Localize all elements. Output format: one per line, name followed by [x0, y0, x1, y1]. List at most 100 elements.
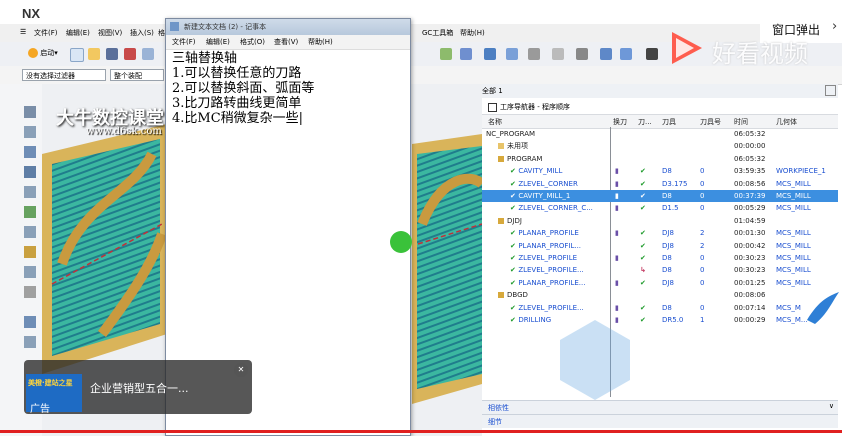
row-geometry: MCS_M...: [776, 316, 808, 324]
path-status-icon: ✔: [640, 229, 646, 238]
save-icon[interactable]: [106, 48, 118, 60]
fit-view-icon[interactable]: [440, 48, 452, 60]
col-path[interactable]: 刀...: [638, 117, 652, 127]
table-row[interactable]: DJDJ 01:04:59: [482, 215, 838, 227]
notepad-menu-view[interactable]: 查看(V): [274, 37, 298, 47]
table-row[interactable]: ✔ ZLEVEL_CORNER ▮ ✔ D3.175 0 00:08:56 MCS_MILL: [482, 178, 838, 190]
table-row[interactable]: ✔ CAVITY_MILL_1 ▮ ✔ D8 0 00:37:39 MCS_MILL: [482, 190, 838, 203]
navigator-checkbox-icon[interactable]: [488, 103, 497, 112]
table-row[interactable]: ✔ ZLEVEL_PROFILE... ↳ D8 0 00:30:23 MCS_MILL: [482, 264, 838, 276]
col-name[interactable]: 名称: [488, 117, 502, 127]
cut-icon[interactable]: [124, 48, 136, 60]
table-row[interactable]: ✔ ZLEVEL_PROFILE ▮ ✔ D8 0 00:30:23 MCS_MILL: [482, 252, 838, 264]
haokan-logo: 好看视频: [666, 28, 842, 72]
row-name: PLANAR_PROFILE...: [518, 278, 586, 287]
edit-section-icon[interactable]: [552, 48, 564, 60]
menu-gc-toolbox[interactable]: GC工具箱: [422, 28, 453, 38]
table-row[interactable]: ✔ ZLEVEL_CORNER_C... ▮ ✔ D1.5 0 00:05:29 MCS_M…: [482, 202, 838, 214]
roles-icon[interactable]: [24, 266, 36, 278]
ad-close-icon[interactable]: ✕: [234, 363, 248, 377]
row-time: 00:08:56: [734, 179, 766, 188]
row-geometry: MCS_MILL: [776, 254, 811, 262]
menu-help[interactable]: 帮助(H): [460, 28, 485, 38]
operation-navigator-icon[interactable]: [24, 226, 36, 238]
expand-chevron-icon[interactable]: ∨: [829, 402, 834, 410]
wcs-icon[interactable]: [600, 48, 612, 60]
shaded-icon[interactable]: [506, 48, 518, 60]
navigator-icon[interactable]: [24, 106, 36, 118]
notepad-title-bar[interactable]: 新建文本文档 (2) - 记事本: [166, 19, 410, 35]
toolchange-icon: ▮: [615, 303, 619, 312]
orient-wcs-icon[interactable]: [620, 48, 632, 60]
notepad-menu-format[interactable]: 格式(O): [240, 37, 265, 47]
menu-format[interactable]: 格: [158, 28, 165, 38]
palette-icon[interactable]: [24, 336, 36, 348]
row-geometry: MCS_MILL: [776, 179, 811, 188]
video-progress-bar[interactable]: [0, 430, 842, 433]
machine-navigator-icon[interactable]: [24, 206, 36, 218]
col-geometry[interactable]: 几何体: [776, 117, 797, 127]
row-tool-number: 0: [700, 254, 705, 262]
table-row[interactable]: ✔ CAVITY_MILL ▮ ✔ D8 0 03:59:35 WORKPIECE_1: [482, 165, 838, 177]
table-row[interactable]: DBGD 00:08:06: [482, 289, 838, 301]
notepad-menu-file[interactable]: 文件(F): [172, 37, 196, 47]
nx-logo: NX: [22, 6, 41, 21]
row-time: 00:01:30: [734, 229, 766, 238]
col-tool-number[interactable]: 刀具号: [700, 117, 721, 127]
new-file-icon[interactable]: [70, 48, 84, 62]
nx-title-bar: NX: [0, 0, 842, 24]
col-time[interactable]: 时间: [734, 117, 748, 127]
notepad-text-area[interactable]: 三轴替换轴 1.可以替换任意的刀路 2.可以替换斜面、弧面等 3.比刀路转曲线更…: [172, 51, 408, 126]
row-time: 00:07:14: [734, 303, 766, 312]
navigator-pin-icon[interactable]: [825, 85, 836, 96]
reuse-library-icon[interactable]: [24, 186, 36, 198]
type-filter-select[interactable]: 没有选择过滤器: [22, 69, 106, 81]
assembly-navigator-icon[interactable]: [24, 146, 36, 158]
col-toolchange[interactable]: 换刀: [613, 117, 627, 127]
line-icon[interactable]: [646, 48, 658, 60]
row-tool: DR5.0: [662, 316, 684, 324]
menu-file[interactable]: 文件(F): [34, 28, 58, 38]
copy-icon[interactable]: [142, 48, 154, 60]
table-row[interactable]: NC_PROGRAM 06:05:32: [482, 128, 838, 140]
navigator-column-header: 名称 换刀 刀... 刀具 刀具号 时间 几何体: [482, 114, 838, 129]
ad-card[interactable]: 美橙·建站之星 广告 企业营销型五合一... ✕: [24, 360, 252, 415]
start-button[interactable]: 启动▾: [28, 48, 58, 58]
render-style-icon[interactable]: [460, 48, 472, 60]
scope-select[interactable]: 整个装配: [110, 69, 164, 81]
row-tool-number: 0: [700, 167, 705, 176]
part-navigator-icon[interactable]: [24, 126, 36, 138]
table-row[interactable]: PROGRAM 06:05:32: [482, 153, 838, 165]
constraint-navigator-icon[interactable]: [24, 166, 36, 178]
ad-title[interactable]: 企业营销型五合一...: [90, 380, 189, 396]
table-row[interactable]: ✔ PLANAR_PROFILE ▮ ✔ DJ8 2 00:01:30 MCS_MILL: [482, 227, 838, 239]
details-panel-header[interactable]: 细节: [482, 414, 838, 428]
view-orient-icon[interactable]: [484, 48, 496, 60]
dependency-panel-header[interactable]: 相依性 ∨: [482, 400, 838, 414]
row-time: 00:05:29: [734, 204, 766, 213]
notepad-menu-edit[interactable]: 编辑(E): [206, 37, 230, 47]
table-row[interactable]: 未用项 00:00:00: [482, 140, 838, 152]
menu-view[interactable]: 视图(V): [98, 28, 122, 38]
row-name-cell: ✔ ZLEVEL_PROFILE: [510, 252, 610, 264]
layer-icon[interactable]: [528, 48, 540, 60]
history-icon[interactable]: [24, 246, 36, 258]
table-row[interactable]: ✔ ZLEVEL_PROFILE... ▮ ✔ D8 0 00:07:14 MCS_M: [482, 302, 838, 314]
row-tool: DJ8: [662, 229, 674, 238]
web-browser-icon[interactable]: [24, 316, 36, 328]
table-row[interactable]: ✔ DRILLING ▮ ✔ DR5.0 1 00:00:29 MCS_M...: [482, 314, 838, 326]
menu-edit[interactable]: 编辑(E): [66, 28, 90, 38]
menu-insert[interactable]: 插入(S): [130, 28, 154, 38]
row-name-cell: ✔ PLANAR_PROFIL...: [510, 240, 610, 252]
table-row[interactable]: ✔ PLANAR_PROFILE... ▮ ✔ DJ8 0 00:01:25 MCS_MIL…: [482, 277, 838, 289]
nx-menu-icon[interactable]: ☰: [20, 28, 26, 36]
dropdown-icon[interactable]: [576, 48, 588, 60]
table-row[interactable]: ✔ PLANAR_PROFIL... ✔ DJ8 2 00:00:42 MCS_MILL: [482, 240, 838, 252]
notepad-menu-help[interactable]: 帮助(H): [308, 37, 333, 47]
system-materials-icon[interactable]: [24, 286, 36, 298]
path-status-icon: ✔: [640, 179, 646, 188]
open-folder-icon[interactable]: [88, 48, 100, 60]
row-name-cell: ✔ ZLEVEL_PROFILE...: [510, 302, 610, 314]
path-status-icon: ✔: [640, 204, 646, 213]
col-tool[interactable]: 刀具: [662, 117, 676, 127]
